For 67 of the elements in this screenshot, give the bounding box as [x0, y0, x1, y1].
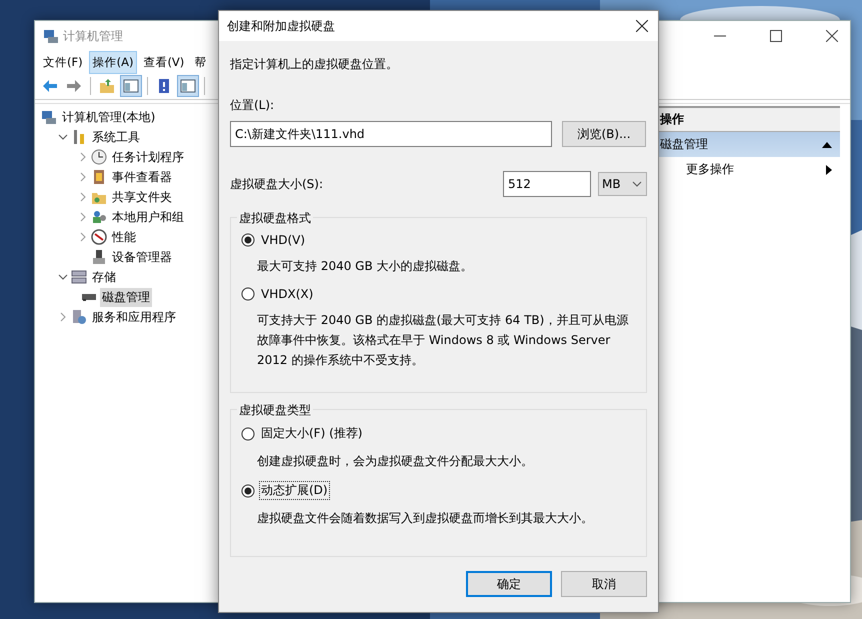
tree-item[interactable]: 任务计划程序: [110, 148, 186, 166]
action-item[interactable]: 更多操作: [658, 157, 840, 182]
close-icon[interactable]: [826, 30, 838, 42]
submenu-triangle-icon[interactable]: [826, 164, 832, 174]
action-item[interactable]: 磁盘管理: [658, 132, 840, 157]
option-description: 可支持大于 2040 GB 的虚拟磁盘(最大可支持 64 TB)，并且可从电源故障事件中恢复。该格式在早于 Windows 8 或 Windows Server 2012 的操作系统中不受支持。: [257, 312, 630, 369]
instruction-text: 指定计算机上的虚拟硬盘位置。: [230, 56, 399, 73]
radio-button[interactable]: [241, 233, 255, 247]
radio-label[interactable]: 动态扩展(D): [259, 481, 330, 500]
clock-icon: [91, 149, 107, 165]
services-icon: [71, 309, 87, 325]
browse-button[interactable]: 浏览(B)...: [562, 121, 646, 147]
computer-icon: [43, 28, 59, 44]
menu-item[interactable]: 帮: [190, 50, 210, 74]
close-icon[interactable]: [636, 20, 648, 32]
chevron-right-icon[interactable]: [78, 192, 88, 202]
tree-item[interactable]: 事件查看器: [110, 168, 174, 186]
size-field[interactable]: 512: [503, 171, 591, 197]
tree-item[interactable]: 系统工具: [90, 128, 142, 146]
chevron-right-icon[interactable]: [78, 152, 88, 162]
log-book-icon: [91, 169, 107, 185]
option-description: 创建虚拟硬盘时，会为虚拟硬盘文件分配最大大小。: [257, 453, 534, 470]
tree-item[interactable]: 本地用户和组: [110, 208, 186, 226]
device-icon: [91, 249, 107, 265]
dialog-title: 创建和附加虚拟硬盘: [227, 18, 335, 34]
group-title: 虚拟硬盘格式: [237, 210, 313, 227]
users-icon: [91, 209, 107, 225]
tree-item[interactable]: 计算机管理(本地): [60, 108, 158, 126]
window-title: 计算机管理: [63, 28, 123, 44]
option-description: 最大可支持 2040 GB 大小的虚拟磁盘。: [257, 258, 474, 275]
chevron-right-icon[interactable]: [78, 172, 88, 182]
tree-item[interactable]: 服务和应用程序: [90, 308, 178, 326]
group-title: 虚拟硬盘类型: [237, 402, 313, 419]
storage-icon: [71, 269, 87, 285]
radio-label[interactable]: 固定大小(F) (推荐): [259, 424, 364, 443]
unit-dropdown[interactable]: MB: [598, 172, 647, 196]
chevron-down-icon[interactable]: [58, 272, 68, 282]
collapse-triangle-icon[interactable]: [822, 142, 832, 148]
tree-item[interactable]: 性能: [110, 228, 138, 246]
chevron-down-icon[interactable]: [632, 181, 642, 187]
radio-button[interactable]: [241, 484, 255, 498]
chevron-down-icon[interactable]: [58, 132, 68, 142]
radio-button[interactable]: [241, 426, 255, 440]
menu-item[interactable]: 操作(A): [88, 50, 138, 74]
cancel-button[interactable]: 取消: [561, 571, 647, 597]
ok-button[interactable]: 确定: [466, 571, 552, 597]
panel-icon[interactable]: [177, 75, 199, 97]
menu-item[interactable]: 文件(F): [39, 50, 87, 74]
field-label: 位置(L):: [230, 97, 276, 114]
maximize-icon[interactable]: [770, 30, 782, 42]
computer-icon: [41, 109, 57, 125]
tree-item[interactable]: 磁盘管理: [100, 288, 152, 306]
location-field[interactable]: C:\新建文件夹\111.vhd: [230, 121, 552, 147]
menu-item[interactable]: 查看(V): [139, 50, 188, 74]
chevron-right-icon[interactable]: [78, 232, 88, 242]
tree-item[interactable]: 存储: [90, 268, 118, 286]
panel-icon[interactable]: [120, 75, 142, 97]
chevron-right-icon[interactable]: [78, 212, 88, 222]
field-label: 虚拟硬盘大小(S):: [230, 176, 324, 192]
chevron-right-icon[interactable]: [58, 312, 68, 322]
pane-header: 操作: [658, 106, 840, 132]
tree-item[interactable]: 共享文件夹: [110, 188, 174, 206]
radio-label[interactable]: VHDX(X): [259, 286, 316, 302]
radio-button[interactable]: [241, 287, 255, 301]
option-description: 虚拟硬盘文件会随着数据写入到虚拟硬盘而增长到其最大大小。: [257, 510, 594, 527]
tree-item[interactable]: 设备管理器: [110, 248, 174, 266]
radio-label[interactable]: VHD(V): [259, 232, 308, 248]
